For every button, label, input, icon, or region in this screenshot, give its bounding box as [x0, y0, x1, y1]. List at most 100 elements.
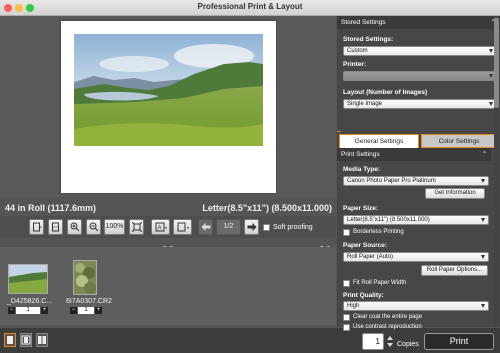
printer-label: Printer: — [343, 61, 367, 68]
layout-label: Layout (Number of Images) — [343, 89, 428, 96]
page-options-dropdown[interactable] — [173, 219, 192, 235]
copies-input[interactable]: 1 — [362, 333, 384, 350]
print-quality-value: High — [347, 303, 360, 309]
fit-window-icon — [131, 222, 142, 232]
thumbnail-name-1: _D425826.C... — [7, 298, 53, 305]
clear-coat-checkbox[interactable] — [343, 314, 350, 321]
print-preview-area — [0, 16, 336, 197]
title-bar: Professional Print & Layout — [0, 0, 500, 16]
soft-proofing-checkbox[interactable] — [263, 224, 270, 231]
thumbnail-2-copies[interactable]: 1 — [78, 307, 94, 314]
paper-source-dropdown[interactable]: Roll Paper (Auto) — [343, 252, 489, 262]
zoom-out-icon — [89, 222, 98, 232]
view-single-button[interactable] — [4, 333, 16, 347]
printer-dropdown[interactable] — [343, 71, 497, 81]
thumbnail-1-decrement[interactable]: − — [8, 307, 15, 314]
thumbnail-2-decrement[interactable]: − — [70, 307, 77, 314]
dropdown-caret-icon — [481, 304, 485, 308]
page-split-icon — [51, 222, 59, 232]
print-button[interactable]: Print — [424, 333, 494, 350]
zoom-level-dropdown[interactable]: 100% — [104, 219, 125, 235]
paper-source-value: Roll Paper (Auto) — [347, 254, 394, 260]
thumbnail-name-2: 6I7A0307.CR2 — [66, 298, 112, 305]
dropdown-caret-icon — [489, 74, 493, 78]
app-window: Professional Print & Layout 44 in Roll (… — [0, 0, 500, 353]
crop-page-button[interactable] — [48, 219, 63, 235]
page-indicator: 1/2 — [216, 219, 241, 235]
thumbnail-2-increment[interactable]: + — [95, 307, 102, 314]
get-information-button[interactable]: Get Information — [425, 188, 485, 199]
page-options-icon — [177, 222, 189, 232]
view-filmstrip-button[interactable] — [20, 333, 32, 347]
borderless-checkbox[interactable] — [343, 229, 350, 236]
stored-settings-dropdown[interactable]: Custom — [343, 46, 497, 56]
paper-size-info: Letter(8.5"x11") (8.500x11.000) — [202, 203, 332, 213]
stored-settings-header: Stored Settings ⌃ — [337, 16, 500, 29]
collapse-panel-button[interactable] — [320, 240, 330, 253]
thumbnail-1-copies[interactable]: 1 — [16, 307, 40, 314]
thumbnail-image-2[interactable] — [73, 260, 97, 295]
stored-settings-label: Stored Settings: — [343, 36, 394, 43]
print-settings-header-label: Print Settings — [341, 151, 380, 158]
media-type-label: Media Type: — [343, 166, 381, 173]
media-type-dropdown[interactable]: Canon Photo Paper Pro Platinum — [343, 176, 489, 186]
stored-settings-value: Custom — [347, 48, 368, 54]
layout-dropdown[interactable]: Single Image — [343, 99, 497, 109]
panel-scrollbar-thumb[interactable] — [494, 18, 499, 108]
collapse-thumbnails-button[interactable] — [163, 240, 173, 253]
copies-stepper[interactable] — [386, 333, 394, 350]
dropdown-caret-icon — [481, 255, 485, 259]
contrast-label: Use contrast reproduction — [353, 324, 422, 330]
filmstrip-icon — [21, 335, 31, 345]
borderless-label: Borderless Printing — [353, 229, 404, 235]
svg-text:A: A — [157, 226, 161, 232]
fit-page-button[interactable] — [29, 219, 44, 235]
print-quality-label: Print Quality: — [343, 292, 384, 299]
fit-to-window-button[interactable] — [129, 219, 144, 235]
paper-size-dropdown[interactable]: Letter(8.5"x11") (8.500x11.000) — [343, 215, 489, 225]
zoom-out-button[interactable] — [86, 219, 101, 235]
paper-size-value: Letter(8.5"x11") (8.500x11.000) — [347, 217, 430, 223]
dropdown-caret-icon — [481, 218, 485, 222]
zoom-in-button[interactable] — [67, 219, 82, 235]
thumbnail-image-1[interactable] — [8, 264, 48, 294]
dropdown-caret-icon — [489, 102, 493, 106]
media-size-label: 44 in Roll (1117.6mm) — [5, 203, 97, 213]
fit-roll-width-label: Fit Roll Paper Width — [353, 280, 407, 286]
dropdown-caret-icon — [489, 49, 493, 53]
text-layout-icon: A — [155, 222, 167, 232]
soft-proofing-label: Soft proofing — [273, 224, 313, 231]
copies-label: Copies — [397, 341, 419, 348]
landscape-thumbnail — [9, 265, 47, 293]
settings-panel: Stored Settings ⌃ Stored Settings: Custo… — [337, 16, 500, 331]
arrow-right-icon — [247, 223, 256, 231]
view-grid-button[interactable] — [36, 333, 48, 347]
fit-roll-width-checkbox[interactable] — [343, 280, 350, 287]
stored-settings-header-label: Stored Settings — [341, 19, 386, 26]
layout-value: Single Image — [347, 101, 383, 107]
zoom-in-icon — [70, 222, 79, 232]
page-icon — [32, 222, 41, 232]
chevron-up-icon[interactable]: ⌃ — [482, 148, 487, 161]
tab-general-settings[interactable]: General Settings — [339, 134, 419, 148]
paper-source-label: Paper Source: — [343, 242, 388, 249]
landscape-photo[interactable] — [74, 34, 263, 146]
tab-color-settings[interactable]: Color Settings — [421, 134, 497, 148]
media-type-value: Canon Photo Paper Pro Platinum — [347, 178, 436, 184]
print-quality-dropdown[interactable]: High — [343, 301, 489, 311]
print-settings-header: Print Settings ⌃ — [337, 148, 491, 161]
contrast-checkbox[interactable] — [343, 324, 350, 331]
clear-coat-label: Clear coat the entire page — [353, 314, 423, 320]
paper-preview — [61, 21, 276, 193]
next-page-button[interactable] — [244, 219, 259, 235]
text-options-dropdown[interactable]: A — [151, 219, 170, 235]
thumbnail-1-increment[interactable]: + — [41, 307, 48, 314]
dropdown-caret-icon — [481, 179, 485, 183]
single-view-icon — [7, 336, 13, 344]
grid-view-icon — [38, 336, 46, 344]
previous-page-button[interactable] — [198, 219, 213, 235]
thumbnail-strip — [0, 247, 336, 325]
roll-paper-options-button[interactable]: Roll Paper Options... — [421, 265, 488, 276]
paper-size-label: Paper Size: — [343, 205, 379, 212]
foliage-thumbnail — [74, 261, 96, 294]
